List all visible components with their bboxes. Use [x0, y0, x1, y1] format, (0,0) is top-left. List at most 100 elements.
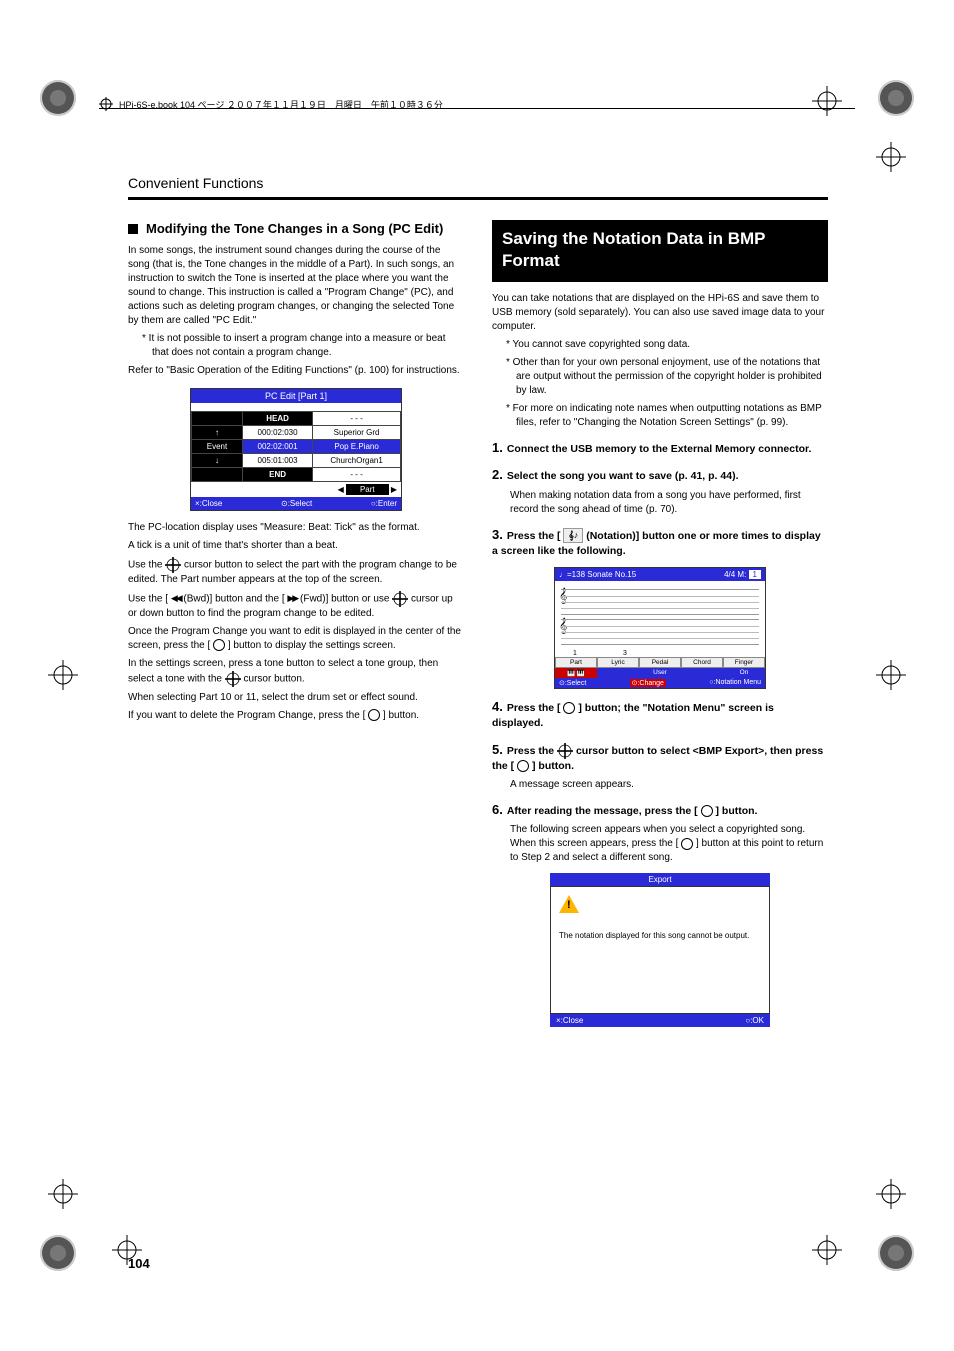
section-rule — [128, 197, 828, 200]
fig-event-label: Event — [192, 439, 243, 453]
page-number: 104 — [128, 1256, 150, 1271]
circle-button-icon — [701, 805, 713, 817]
print-gear-icon — [40, 1235, 76, 1271]
body-text: When selecting Part 10 or 11, select the… — [128, 691, 464, 705]
notation-subtabs: 🎹 🎹 User On — [555, 668, 765, 678]
footnote-text: It is not possible to insert a program c… — [149, 333, 446, 358]
fig-cell: 002:02:001 — [243, 439, 313, 453]
print-gear-icon — [40, 80, 76, 116]
right-column: Saving the Notation Data in BMP Format Y… — [492, 220, 828, 1037]
body-text: A tick is a unit of time that's shorter … — [128, 539, 464, 553]
body-text: In some songs, the instrument sound chan… — [128, 244, 464, 328]
body-text: In the settings screen, press a tone but… — [128, 657, 464, 687]
step-1: 1.Connect the USB memory to the External… — [492, 440, 828, 457]
fig-title-left: ♩=138 Sonate No.15 — [559, 570, 636, 579]
crop-target-icon — [48, 1179, 78, 1209]
footnote: * Other than for your own personal enjoy… — [506, 356, 828, 398]
tab: Finger — [723, 657, 765, 668]
export-msg: The notation displayed for this song can… — [559, 931, 761, 940]
fig-part-label: Part — [346, 484, 389, 495]
fig-cell: Superior Grd — [313, 425, 401, 439]
circle-button-icon — [517, 760, 529, 772]
fig-footer: ×:Close ○:OK — [550, 1014, 770, 1027]
fig-part-row: ◀ Part ▶ — [191, 482, 401, 497]
footnote-text: You cannot save copyrighted song data. — [513, 339, 691, 350]
step-body: A message screen appears. — [510, 778, 828, 792]
pc-edit-heading: Modifying the Tone Changes in a Song (PC… — [128, 220, 464, 238]
cursor-cross-icon — [559, 744, 572, 757]
body-text: The PC-location display uses "Measure: B… — [128, 521, 464, 535]
warning-icon — [559, 895, 579, 913]
step-head: After reading the message, press the [ ]… — [507, 805, 758, 817]
cursor-cross-icon — [394, 592, 407, 605]
header-rule — [99, 108, 855, 109]
bwd-icon — [171, 592, 181, 606]
fig-title-right: 4/4 M: — [724, 570, 746, 579]
step-head: Press the [ ] button; the "Notation Menu… — [492, 702, 774, 729]
note-list: * It is not possible to insert a program… — [128, 332, 464, 360]
body-text: Use the cursor button to select the part… — [128, 557, 464, 587]
crop-target-icon — [876, 660, 906, 690]
step-head: Select the song you want to save (p. 41,… — [507, 470, 739, 482]
tab: Pedal — [639, 657, 681, 668]
tab: Part — [555, 657, 597, 668]
pc-edit-screenshot: PC Edit [Part 1] HEAD- - - ↑000:02:030Su… — [190, 388, 402, 511]
fwd-icon — [287, 592, 297, 606]
step-5: 5.Press the cursor button to select <BMP… — [492, 742, 828, 792]
fig-cell: Pop E.Piano — [313, 439, 401, 453]
down-arrow-icon: ↓ — [192, 453, 243, 467]
footnote: * It is not possible to insert a program… — [142, 332, 464, 360]
fig-titlebar: ♩=138 Sonate No.15 4/4 M: 1 — [555, 568, 765, 581]
print-gear-icon — [878, 1235, 914, 1271]
step-2: 2.Select the song you want to save (p. 4… — [492, 467, 828, 516]
crop-target-icon — [876, 142, 906, 172]
fig-cell: 000:02:030 — [243, 425, 313, 439]
crop-target-icon — [48, 660, 78, 690]
fig-cell: 005:01:003 — [243, 453, 313, 467]
bmp-heading: Saving the Notation Data in BMP Format — [492, 220, 828, 282]
fig-titlebar: Export — [550, 873, 770, 886]
export-screenshot: Export The notation displayed for this s… — [550, 873, 770, 1027]
tab: Lyric — [597, 657, 639, 668]
circle-button-icon — [681, 838, 693, 850]
body-text: If you want to delete the Program Change… — [128, 709, 464, 723]
fig-cell: ChurchOrgan1 — [313, 453, 401, 467]
crop-target-icon — [812, 86, 842, 116]
crop-target-icon — [876, 1179, 906, 1209]
body-text: You can take notations that are displaye… — [492, 292, 828, 334]
body-text: Once the Program Change you want to edit… — [128, 625, 464, 653]
fig-ft-item: ○:Notation Menu — [709, 679, 761, 687]
body-text: Use the [ (Bwd)] button and the [ (Fwd)]… — [128, 591, 464, 621]
footnote: * For more on indicating note names when… — [506, 402, 828, 430]
step-3: 3.Press the [ 𝄞♪ (Notation)] button one … — [492, 527, 828, 689]
fig-ft-item: ⊙:Select — [559, 679, 586, 687]
footnote-text: For more on indicating note names when o… — [513, 403, 822, 428]
fig-titlebar: PC Edit [Part 1] — [191, 389, 401, 403]
running-head: Convenient Functions — [128, 175, 828, 191]
footnote-text: Other than for your own personal enjoyme… — [513, 357, 822, 396]
fig-col-end: END — [243, 467, 313, 481]
print-gear-icon — [878, 80, 914, 116]
step-head: Press the cursor button to select <BMP E… — [492, 745, 823, 772]
left-column: Modifying the Tone Changes in a Song (PC… — [128, 220, 464, 1037]
circle-button-icon — [213, 639, 225, 651]
fig-col-head: HEAD — [243, 411, 313, 425]
step-4: 4.Press the [ ] button; the "Notation Me… — [492, 699, 828, 731]
step-head: Press the [ 𝄞♪ (Notation)] button one or… — [492, 530, 821, 557]
step-6: 6.After reading the message, press the [… — [492, 802, 828, 1027]
cursor-cross-icon — [226, 672, 239, 685]
measure-badge: 1 — [749, 570, 761, 579]
cursor-cross-icon — [167, 558, 180, 571]
up-arrow-icon: ↑ — [192, 425, 243, 439]
score-area: 𝄞 𝄞 1 3 — [555, 581, 765, 657]
pc-edit-heading-text: Modifying the Tone Changes in a Song (PC… — [146, 220, 443, 238]
circle-button-icon — [563, 702, 575, 714]
step-body: When making notation data from a song yo… — [510, 489, 828, 517]
tab: Chord — [681, 657, 723, 668]
square-bullet-icon — [128, 224, 138, 234]
step-body: The following screen appears when you se… — [510, 823, 828, 865]
step-head: Connect the USB memory to the External M… — [507, 443, 812, 455]
notation-tabs: Part Lyric Pedal Chord Finger — [555, 657, 765, 668]
fig-footer: ×:Close ⊙:Select ○:Enter — [191, 497, 401, 510]
fig-select: ⊙:Select — [281, 499, 312, 508]
